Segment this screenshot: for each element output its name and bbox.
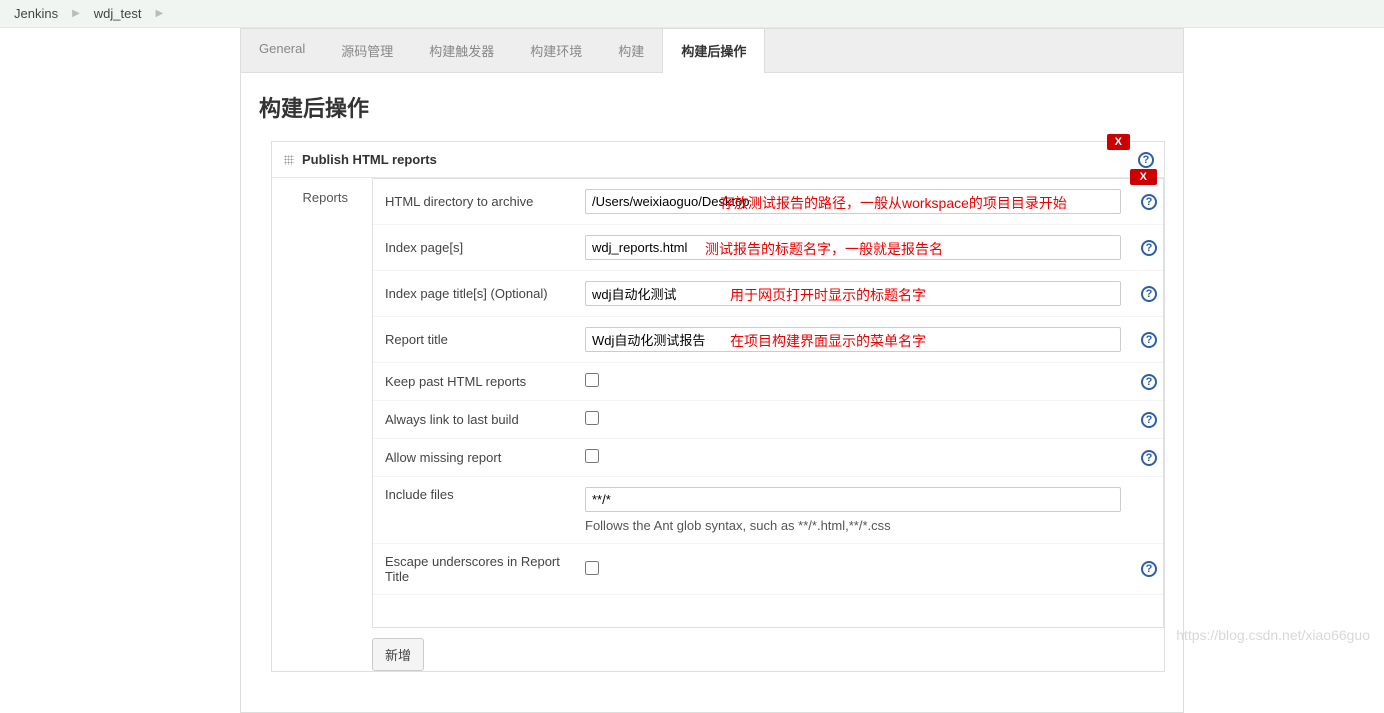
report-config: X HTML directory to archive 存放测试报告的路径，一般… <box>372 178 1164 628</box>
checkbox-always-link[interactable] <box>585 411 599 425</box>
row-index-page: Index page[s] 测试报告的标题名字，一般就是报告名 ? <box>373 225 1163 271</box>
hint-include-files: Follows the Ant glob syntax, such as **/… <box>585 518 1121 533</box>
checkbox-allow-missing[interactable] <box>585 449 599 463</box>
label-index-page: Index page[s] <box>385 240 585 255</box>
add-report-button[interactable]: 新增 <box>372 638 424 671</box>
row-report-title: Report title 在项目构建界面显示的菜单名字 ? <box>373 317 1163 363</box>
page-title: 构建后操作 <box>259 91 1165 123</box>
row-allow-missing: Allow missing report ? <box>373 439 1163 477</box>
tab-general[interactable]: General <box>241 29 323 72</box>
help-icon[interactable]: ? <box>1141 450 1157 466</box>
tab-triggers[interactable]: 构建触发器 <box>411 29 512 72</box>
breadcrumb: Jenkins ▶ wdj_test ▶ <box>0 0 1384 28</box>
label-report-title: Report title <box>385 332 585 347</box>
watermark: https://blog.csdn.net/xiao66guo <box>1176 627 1370 643</box>
block-title: Publish HTML reports <box>302 152 437 167</box>
publish-html-block: X ? Publish HTML reports Reports X HTML … <box>271 141 1165 672</box>
chevron-right-icon: ▶ <box>72 8 80 19</box>
checkbox-keep-past[interactable] <box>585 373 599 387</box>
help-icon[interactable]: ? <box>1141 240 1157 256</box>
row-always-link: Always link to last build ? <box>373 401 1163 439</box>
label-index-title: Index page title[s] (Optional) <box>385 286 585 301</box>
input-html-dir[interactable] <box>585 189 1121 214</box>
row-index-title: Index page title[s] (Optional) 用于网页打开时显示… <box>373 271 1163 317</box>
config-panel: 构建后操作 X ? Publish HTML reports Reports X… <box>240 72 1184 713</box>
help-icon[interactable]: ? <box>1141 332 1157 348</box>
tabs-bar: General 源码管理 构建触发器 构建环境 构建 构建后操作 <box>240 28 1184 72</box>
label-html-dir: HTML directory to archive <box>385 194 585 209</box>
tab-build[interactable]: 构建 <box>600 29 662 72</box>
help-icon[interactable]: ? <box>1141 286 1157 302</box>
row-html-dir: HTML directory to archive 存放测试报告的路径，一般从w… <box>373 179 1163 225</box>
chevron-right-icon: ▶ <box>155 8 163 19</box>
tab-scm[interactable]: 源码管理 <box>323 29 411 72</box>
block-header: Publish HTML reports <box>272 142 1164 177</box>
label-escape-underscores: Escape underscores in Report Title <box>385 554 585 584</box>
help-icon[interactable]: ? <box>1141 374 1157 390</box>
help-icon[interactable]: ? <box>1141 194 1157 210</box>
help-icon[interactable]: ? <box>1141 412 1157 428</box>
input-index-page[interactable] <box>585 235 1121 260</box>
label-include-files: Include files <box>385 487 585 502</box>
checkbox-escape-underscores[interactable] <box>585 561 599 575</box>
row-escape-underscores: Escape underscores in Report Title ? <box>373 544 1163 595</box>
tab-post-build[interactable]: 构建后操作 <box>662 29 765 73</box>
label-allow-missing: Allow missing report <box>385 450 585 465</box>
label-keep-past: Keep past HTML reports <box>385 374 585 389</box>
input-index-title[interactable] <box>585 281 1121 306</box>
help-icon[interactable]: ? <box>1141 561 1157 577</box>
drag-handle-icon[interactable] <box>284 155 294 165</box>
row-include-files: Include files Follows the Ant glob synta… <box>373 477 1163 544</box>
tab-env[interactable]: 构建环境 <box>512 29 600 72</box>
reports-label: Reports <box>272 178 364 217</box>
input-include-files[interactable] <box>585 487 1121 512</box>
label-always-link: Always link to last build <box>385 412 585 427</box>
breadcrumb-jenkins[interactable]: Jenkins <box>14 6 58 21</box>
breadcrumb-project[interactable]: wdj_test <box>94 6 142 21</box>
input-report-title[interactable] <box>585 327 1121 352</box>
row-keep-past: Keep past HTML reports ? <box>373 363 1163 401</box>
